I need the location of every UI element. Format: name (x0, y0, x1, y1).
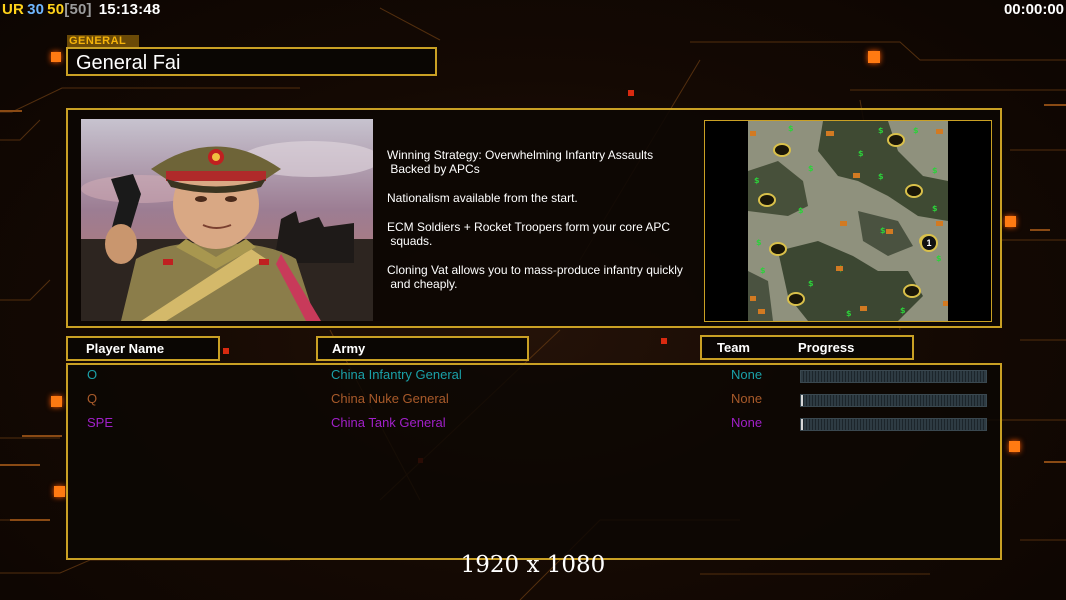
game-timer: 00:00:00 (1003, 1, 1064, 18)
svg-text:$: $ (754, 176, 760, 185)
svg-text:$: $ (846, 309, 852, 318)
system-clock: 15:13:48 (98, 1, 161, 18)
svg-text:$: $ (878, 126, 884, 135)
svg-text:$: $ (878, 172, 884, 181)
decor-square (868, 51, 880, 63)
description-line: ECM Soldiers + Rocket Troopers form your… (387, 220, 671, 248)
player-army: China Tank General (331, 415, 446, 430)
loading-progress-bar (800, 370, 987, 383)
decor-square (1009, 441, 1020, 452)
svg-text:$: $ (858, 149, 864, 158)
general-info-panel: Winning Strategy: Overwhelming Infantry … (66, 108, 1002, 328)
player-name: Q (87, 391, 98, 406)
player-team: None (731, 391, 763, 406)
svg-text:$: $ (932, 204, 938, 213)
player-team: None (731, 415, 763, 430)
svg-text:$: $ (913, 126, 919, 135)
fps-target: 50 (47, 1, 65, 18)
player-name: O (87, 367, 98, 382)
decor-square (1005, 216, 1016, 227)
description-line: Cloning Vat allows you to mass-produce i… (387, 263, 683, 291)
progress-fill (801, 395, 803, 406)
fps-current: 30 (27, 1, 45, 18)
column-header-team: Team (717, 340, 750, 355)
general-portrait (81, 119, 373, 321)
svg-text:$: $ (808, 279, 814, 288)
svg-text:$: $ (760, 266, 766, 275)
map-thumbnail: $$$ $$$ $$$ $$$ $$$ $$$ 1 (748, 121, 948, 321)
decor-square (51, 396, 62, 407)
player-army: China Infantry General (331, 367, 462, 382)
column-header-army: Army (316, 336, 529, 361)
general-portrait-image (81, 119, 373, 321)
decor-square (628, 90, 634, 96)
map-preview[interactable]: $$$ $$$ $$$ $$$ $$$ $$$ 1 (704, 120, 992, 322)
start-position-marker[interactable]: 1 (920, 234, 938, 252)
player-team: None (731, 367, 763, 382)
loading-progress-bar (800, 418, 987, 431)
fps-cap: [50] (64, 1, 92, 18)
svg-text:$: $ (788, 124, 794, 133)
column-header-progress: Progress (798, 340, 855, 355)
svg-text:$: $ (900, 306, 906, 315)
player-name: SPE (87, 415, 114, 430)
column-header-team-progress: Team Progress (700, 335, 914, 360)
progress-fill (801, 419, 803, 430)
svg-text:$: $ (756, 238, 762, 247)
player-row: SPE China Tank General None (68, 415, 1000, 435)
column-header-player-name: Player Name (66, 336, 220, 361)
player-army: China Nuke General (331, 391, 449, 406)
general-description: Winning Strategy: Overwhelming Infantry … (387, 148, 707, 306)
svg-text:$: $ (932, 166, 938, 175)
svg-text:$: $ (808, 164, 814, 173)
player-row: Q China Nuke General None (68, 391, 1000, 411)
decor-square (54, 486, 65, 497)
decor-square (223, 348, 229, 354)
general-name-title: General Fai (66, 47, 437, 76)
svg-text:$: $ (798, 206, 804, 215)
resolution-label: 1920 x 1080 (460, 552, 606, 578)
fps-overlay: UR 30 50[50] 15:13:48 (2, 1, 163, 18)
decor-square (51, 52, 61, 62)
decor-square (661, 338, 667, 344)
description-line: Winning Strategy: Overwhelming Infantry … (387, 148, 654, 176)
description-line: Nationalism available from the start. (387, 191, 578, 205)
player-list-panel: O China Infantry General None Q China Nu… (66, 363, 1002, 560)
svg-text:$: $ (880, 226, 886, 235)
svg-text:$: $ (936, 254, 942, 263)
ur-label: UR (2, 1, 25, 18)
loading-progress-bar (800, 394, 987, 407)
player-row: O China Infantry General None (68, 367, 1000, 387)
